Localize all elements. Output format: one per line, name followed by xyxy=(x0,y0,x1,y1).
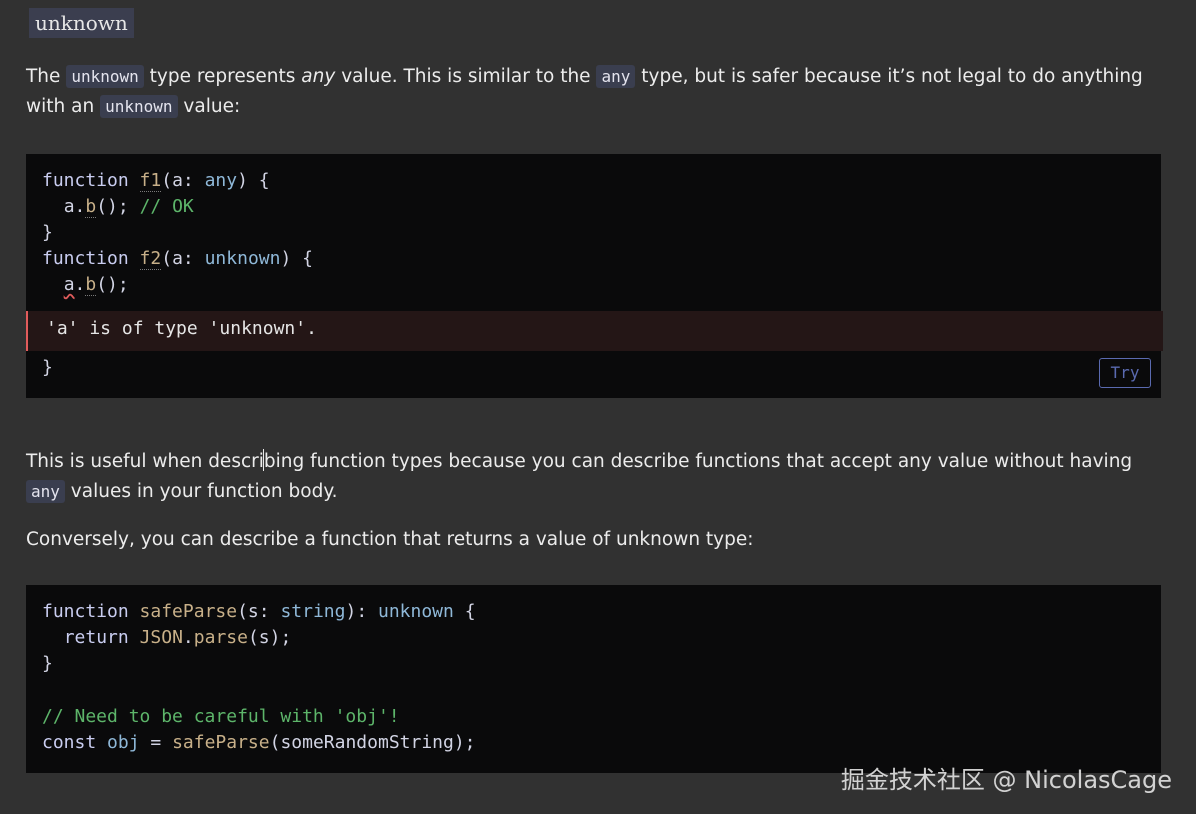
error-message: 'a' is of type 'unknown'. xyxy=(46,318,317,339)
inline-code-unknown: unknown xyxy=(66,65,144,88)
useful-paragraph: This is useful when describing function … xyxy=(26,449,1133,503)
try-button[interactable]: Try xyxy=(1099,358,1151,388)
code-line: // Need to be careful with 'obj'! xyxy=(42,706,400,727)
code-line: a.b(); // OK xyxy=(63,196,194,218)
error-squiggle: a xyxy=(63,274,75,295)
code-line: } xyxy=(42,653,53,674)
inline-code-any: any xyxy=(26,480,65,503)
code-line: const obj = safeParse(someRandomString); xyxy=(42,732,476,753)
code-line: function f1(a: any) { xyxy=(42,170,270,192)
code-block-example-2: function safeParse(s: string): unknown {… xyxy=(26,585,1161,773)
section-heading: unknown xyxy=(29,8,134,38)
code-line: function f2(a: unknown) { xyxy=(42,248,313,270)
watermark: 掘金技术社区 @ NicolasCage xyxy=(840,766,1172,794)
error-message-row: 'a' is of type 'unknown'. xyxy=(26,311,1163,351)
code-line: } xyxy=(42,357,53,378)
code-block-example-1: function f1(a: any) { a.b(); // OK } fun… xyxy=(26,154,1163,398)
inline-code-any: any xyxy=(596,65,636,88)
code-line: a.b(); xyxy=(63,274,129,296)
code-line: } xyxy=(42,222,53,243)
code-line: function safeParse(s: string): unknown { xyxy=(42,601,476,622)
inline-code-unknown: unknown xyxy=(100,95,178,118)
intro-paragraph: The unknown type represents any value. T… xyxy=(26,65,1143,118)
conversely-paragraph: Conversely, you can describe a function … xyxy=(26,529,754,550)
code-line: return JSON.parse(s); xyxy=(63,627,292,648)
